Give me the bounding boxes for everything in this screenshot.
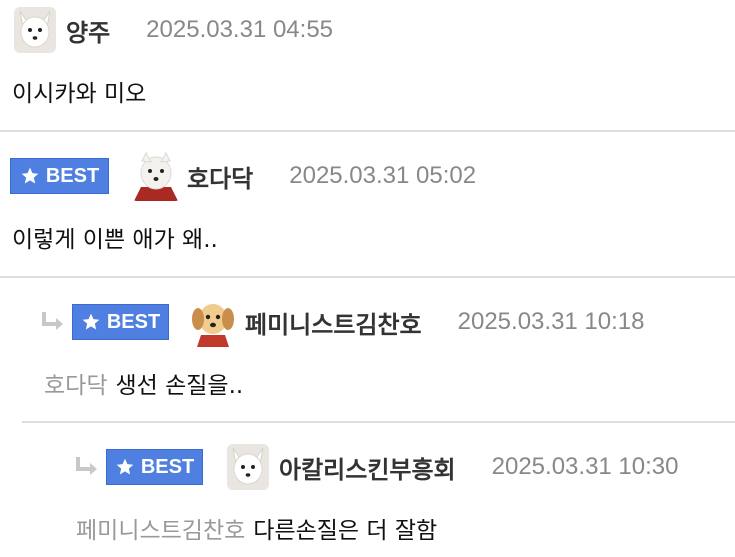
avatar[interactable] [227, 444, 269, 490]
mention-link[interactable]: 호다닥 [44, 373, 107, 399]
best-badge: BEST [10, 158, 109, 194]
comment-text: 이렇게 이쁜 애가 왜.. [12, 227, 218, 253]
comment-header: BEST 아칼리스킨부흥회 2025.03.31 10:30 [74, 437, 678, 497]
divider [0, 130, 735, 132]
mention-link[interactable]: 페미니스트김찬호 [76, 518, 245, 544]
timestamp: 2025.03.31 05:02 [289, 162, 477, 189]
star-icon [21, 167, 39, 184]
star-icon [82, 313, 100, 330]
divider [22, 421, 735, 423]
reply-arrow-icon [42, 312, 63, 330]
comment-text: 페미니스트김찬호 다른손질은 더 잘함 [76, 511, 437, 545]
comment-header: 양주 2025.03.31 04:55 [14, 0, 333, 60]
nickname[interactable]: 호다닥 [187, 159, 253, 194]
best-label: BEST [45, 164, 100, 187]
samoyed-dog-avatar-icon [131, 151, 181, 201]
best-label: BEST [106, 310, 161, 333]
comment-body: 다른손질은 더 잘함 [253, 518, 438, 544]
best-label: BEST [140, 455, 195, 478]
timestamp: 2025.03.31 04:55 [146, 16, 334, 43]
nickname[interactable]: 양주 [66, 13, 110, 48]
reply-arrow-icon [76, 457, 97, 475]
timestamp: 2025.03.31 10:18 [457, 308, 645, 335]
avatar[interactable] [131, 151, 181, 201]
comment-header: BEST 페미니스트김찬호 2025.03.31 10:18 [40, 292, 644, 352]
timestamp: 2025.03.31 10:30 [491, 453, 679, 480]
puppy-avatar-icon [192, 304, 234, 347]
divider [0, 276, 735, 278]
nickname[interactable]: 아칼리스킨부흥회 [279, 450, 456, 485]
best-badge: BEST [106, 449, 203, 485]
comment-text: 이시카와 미오 [12, 81, 147, 107]
white-fox-avatar-icon [14, 7, 56, 53]
avatar[interactable] [14, 7, 56, 53]
white-fox-avatar-icon [227, 444, 269, 490]
avatar[interactable] [189, 297, 237, 347]
nickname[interactable]: 페미니스트김찬호 [245, 305, 422, 340]
best-badge: BEST [72, 304, 169, 340]
comment-body: 생선 손질을.. [115, 373, 244, 399]
star-icon [116, 458, 134, 475]
comment-text: 호다닥 생선 손질을.. [44, 366, 243, 400]
comment-header: BEST 호다닥 2025.03.31 05:02 [10, 146, 476, 206]
